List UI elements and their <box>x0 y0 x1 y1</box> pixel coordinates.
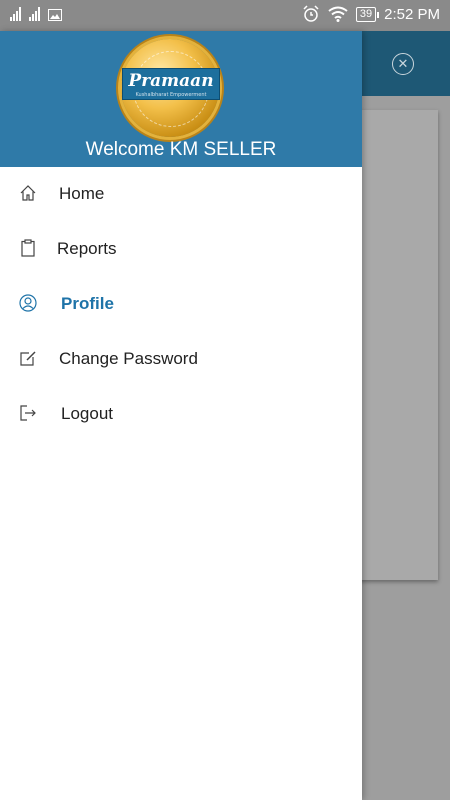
menu-item-logout[interactable]: Logout <box>0 387 362 442</box>
status-bar: 39 2:52 PM <box>0 0 450 31</box>
home-icon <box>20 185 36 201</box>
menu-label-profile: Profile <box>61 294 114 313</box>
drawer-header: Pramaan Kushalbharat Empowerment Welcome… <box>0 31 362 167</box>
menu-label-logout: Logout <box>61 404 113 423</box>
logout-icon <box>20 405 36 421</box>
menu-item-reports[interactable]: Reports <box>0 222 362 277</box>
user-icon <box>19 294 37 312</box>
brand-name: Pramaan <box>128 71 214 91</box>
close-icon[interactable]: ✕ <box>392 53 414 75</box>
menu-label-home: Home <box>59 184 105 203</box>
menu-item-change-password[interactable]: Change Password <box>0 332 362 387</box>
welcome-text: Welcome KM SELLER <box>85 139 277 160</box>
menu-label-reports: Reports <box>57 239 117 258</box>
battery-icon: 39 <box>355 6 380 22</box>
status-time: 2:52 PM <box>384 5 440 23</box>
logo-ribbon: Pramaan Kushalbharat Empowerment <box>122 68 220 100</box>
menu-item-profile[interactable]: Profile <box>0 277 362 332</box>
wifi-icon <box>328 6 348 22</box>
signal-sim2-icon <box>29 7 40 21</box>
clipboard-icon <box>21 239 35 257</box>
brand-subtitle: Kushalbharat Empowerment <box>135 92 207 98</box>
gallery-icon <box>48 9 62 21</box>
background-card <box>350 110 438 580</box>
edit-icon <box>20 351 36 366</box>
drawer-menu: Home Reports Profile Change Password Log… <box>0 167 362 442</box>
menu-item-home[interactable]: Home <box>0 167 362 222</box>
alarm-icon <box>303 5 319 22</box>
menu-label-change-password: Change Password <box>59 349 198 368</box>
signal-sim1-icon <box>10 7 21 21</box>
navigation-drawer: Pramaan Kushalbharat Empowerment Welcome… <box>0 31 362 800</box>
